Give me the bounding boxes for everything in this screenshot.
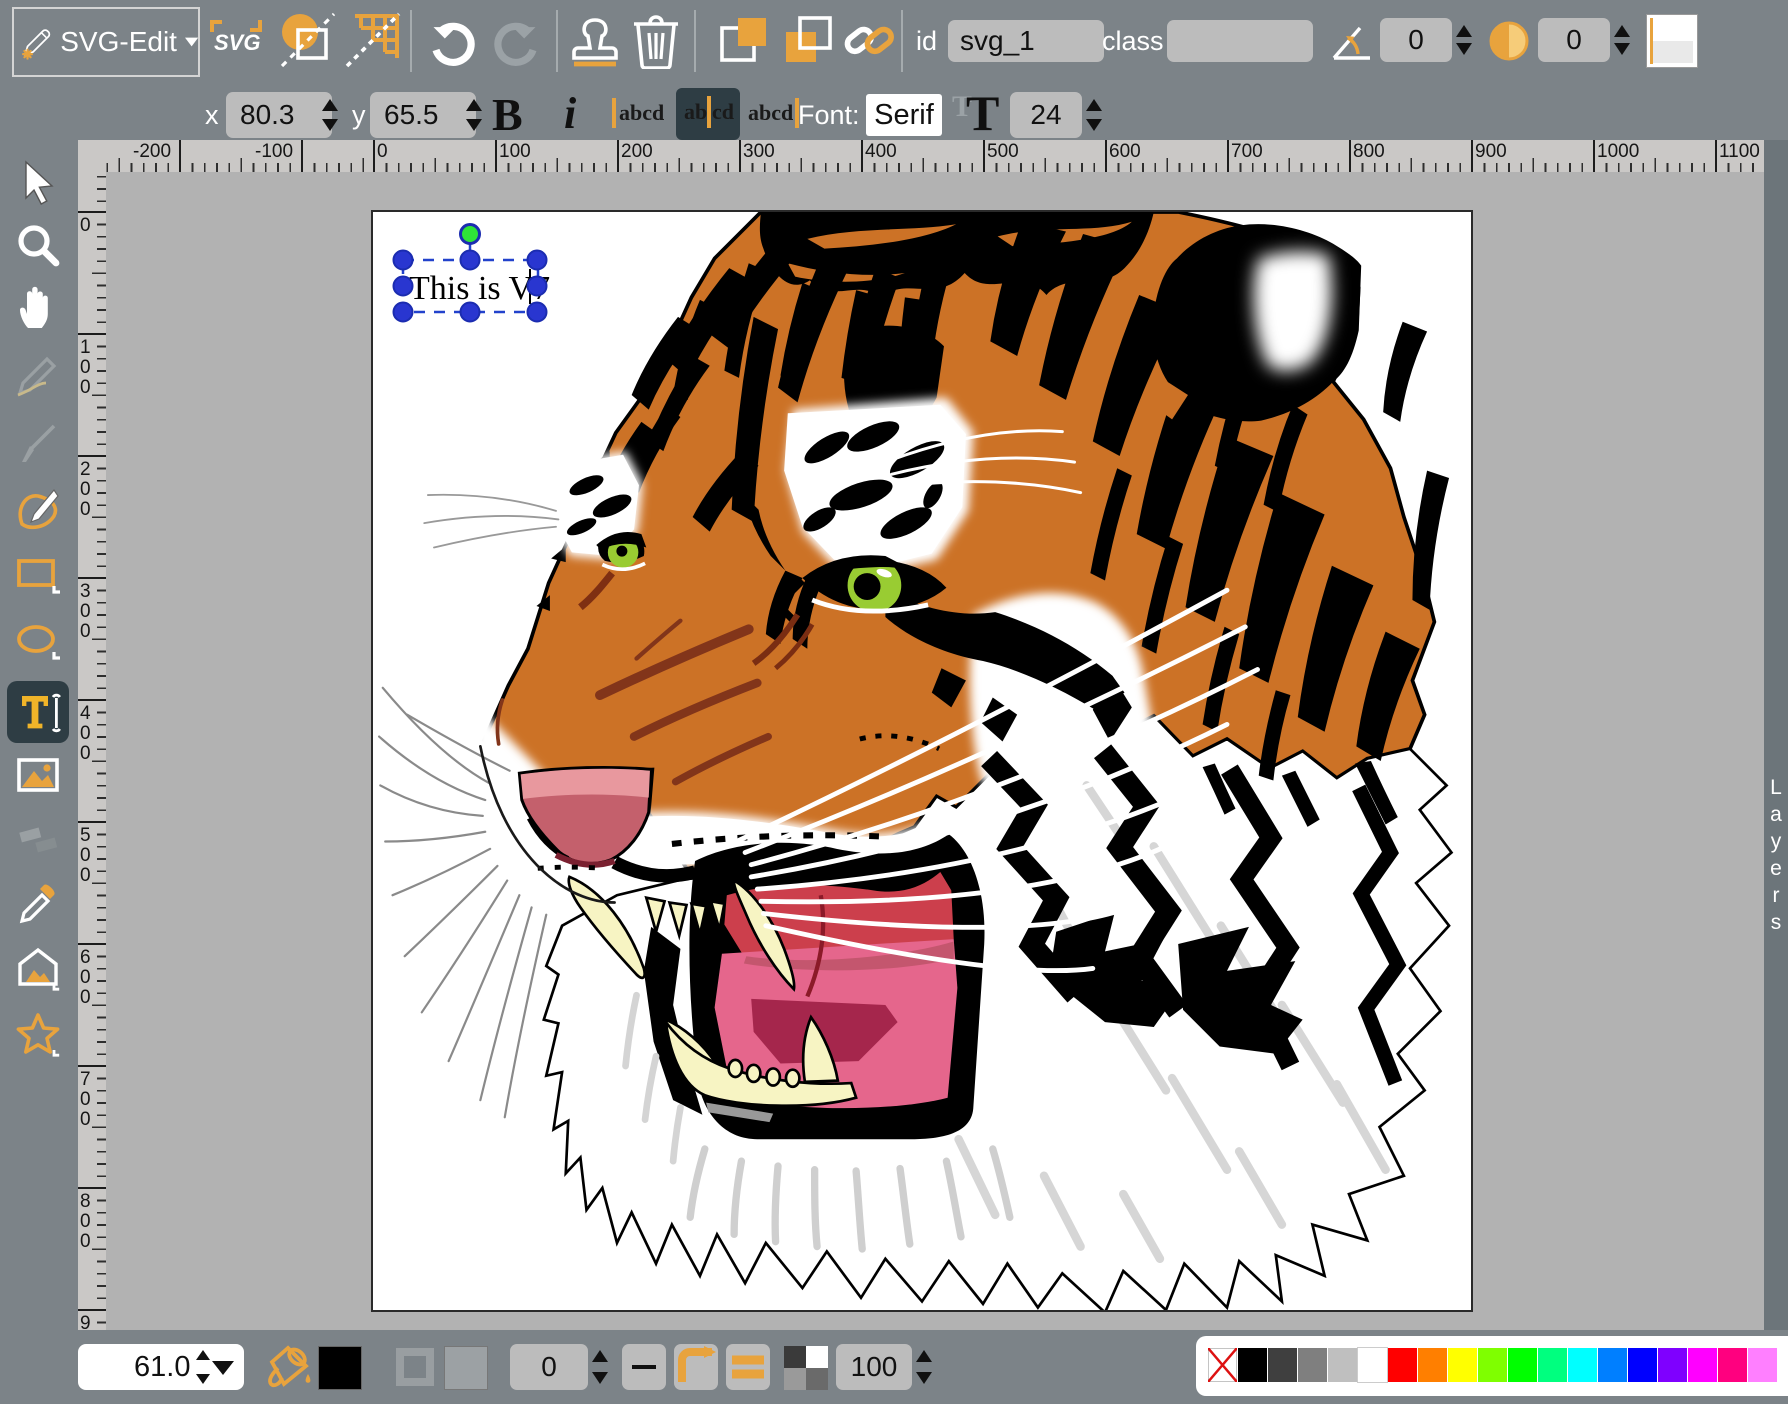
svg-text:SVG: SVG — [214, 30, 260, 55]
